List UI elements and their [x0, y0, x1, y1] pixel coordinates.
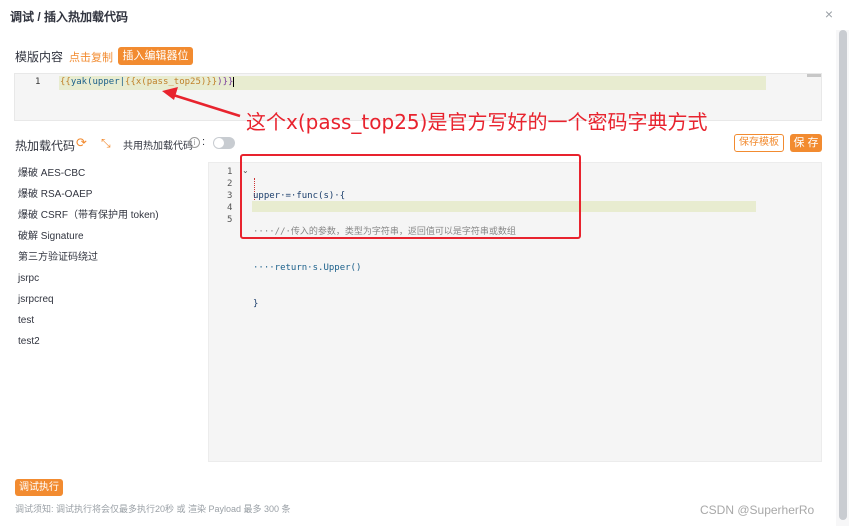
line-number: 2 [227, 179, 233, 189]
code-close: )}} [217, 77, 235, 87]
colon: : [202, 136, 206, 148]
info-icon[interactable]: i [189, 137, 200, 148]
line-number: 5 [227, 215, 233, 225]
list-item[interactable]: 爆破 AES-CBC [18, 168, 159, 189]
close-icon[interactable]: × [821, 6, 837, 22]
shared-hotload-toggle[interactable] [213, 137, 235, 149]
shared-hotload-label: 共用热加载代码 [123, 141, 193, 152]
list-item[interactable]: 爆破 CSRF（带有保护用 token) [18, 210, 159, 231]
list-item[interactable]: 破解 Signature [18, 231, 159, 252]
save-template-button[interactable]: 保存模板 [734, 134, 784, 152]
overview-ruler [807, 74, 821, 77]
code-func: yak(upper| [70, 77, 126, 87]
debug-run-button[interactable]: 调试执行 [15, 479, 63, 496]
expand-icon[interactable]: ⤡ [101, 136, 115, 150]
hotload-list: 爆破 AES-CBC 爆破 RSA-OAEP 爆破 CSRF（带有保护用 tok… [18, 168, 159, 357]
dialog-title: 调试 / 插入热加载代码 [10, 10, 129, 24]
dialog-title-bar: 调试 / 插入热加载代码 × [0, 0, 849, 30]
debug-hint: 调试须知: 调试执行将会仅最多执行20秒 或 渲染 Payload 最多 300… [15, 504, 291, 514]
code-line: } [253, 299, 259, 309]
line-number: 1 [35, 77, 41, 87]
save-button[interactable]: 保 存 [790, 134, 822, 152]
code-inner: {{x(pass_top25)}} [125, 77, 218, 87]
annotation-highlight-box [240, 154, 581, 239]
insert-to-editor-button[interactable]: 插入编辑器位置 [118, 47, 193, 80]
template-content-label: 模版内容 [15, 50, 64, 64]
toggle-knob [214, 138, 224, 148]
list-item[interactable]: jsrpc [18, 273, 159, 294]
line-number: 3 [227, 191, 233, 201]
scrollbar-thumb[interactable] [839, 30, 847, 520]
copy-link[interactable]: 点击复制 [69, 49, 113, 65]
annotation-text: 这个x(pass_top25)是官方写好的一个密码字典方式 [246, 110, 708, 134]
list-item[interactable]: 爆破 RSA-OAEP [18, 189, 159, 210]
code-gutter: 1 2 3 4 5 [227, 166, 232, 226]
hotload-code-label: 热加载代码 [15, 139, 76, 153]
list-item[interactable]: jsrpcreq [18, 294, 159, 315]
list-item[interactable]: test2 [18, 336, 159, 357]
watermark: CSDN @SuperherRo [700, 503, 815, 517]
line-number: 1 [227, 167, 233, 177]
code-open: {{ [60, 77, 71, 87]
refresh-icon[interactable]: ⟳ [76, 136, 90, 150]
template-code[interactable]: {{yak(upper|{{x(pass_top25)}})}} [60, 77, 235, 87]
list-item[interactable]: test [18, 315, 159, 336]
list-item[interactable]: 第三方验证码绕过 [18, 252, 159, 273]
code-line: ····return·s.Upper() [253, 263, 362, 273]
line-number: 4 [227, 203, 233, 213]
